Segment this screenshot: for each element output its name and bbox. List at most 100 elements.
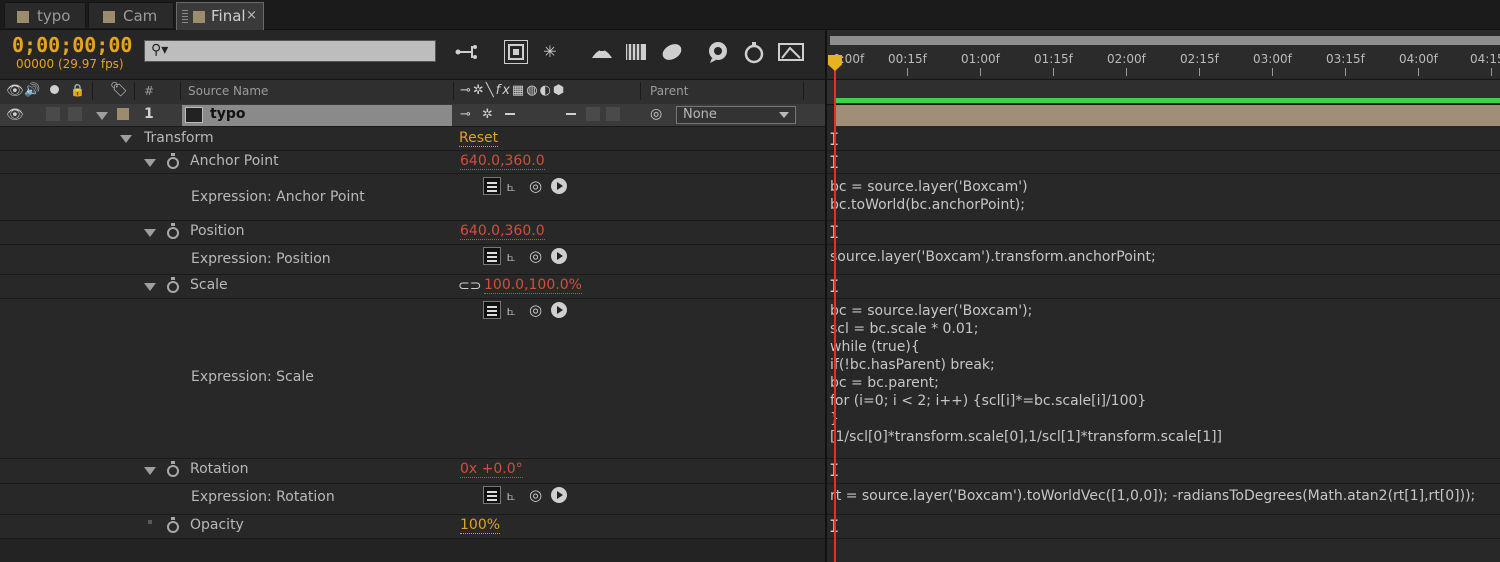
expression-code-position[interactable]: source.layer('Boxcam').transform.anchorP…	[830, 248, 1156, 266]
scale-label: Scale	[190, 277, 228, 293]
opacity-value[interactable]: 100%	[460, 518, 501, 534]
expression-language-menu-icon[interactable]	[551, 302, 567, 318]
lock-checkbox[interactable]	[68, 107, 82, 121]
stopwatch-icon[interactable]	[167, 223, 179, 239]
parent-dropdown[interactable]: None	[676, 106, 796, 124]
parent-header[interactable]: Parent	[650, 84, 688, 98]
stopwatch-icon[interactable]	[742, 40, 766, 64]
expression-enable-icon[interactable]	[483, 247, 501, 265]
expression-scale-label: Expression: Scale	[191, 369, 314, 385]
tab-label: Cam	[123, 7, 158, 25]
expression-code-anchor[interactable]: bc = source.layer('Boxcam') bc.toWorld(bc…	[830, 178, 1028, 214]
auto-keyframe-icon[interactable]	[706, 40, 730, 64]
3d-layer-checkbox[interactable]	[606, 107, 620, 121]
current-time-indicator[interactable]	[834, 62, 836, 562]
audio-icon[interactable]: 🔊	[24, 83, 40, 98]
scale-row[interactable]	[0, 275, 825, 299]
visibility-eye-icon[interactable]: 👁	[6, 107, 24, 123]
av-features-icons[interactable]: 👁	[6, 83, 24, 99]
current-time-display[interactable]: 0;00;00;00	[12, 33, 132, 57]
stopwatch-icon[interactable]	[167, 517, 179, 533]
expression-enable-icon[interactable]	[483, 486, 501, 504]
position-row[interactable]	[0, 221, 825, 245]
pickwhip-icon[interactable]: ◎	[529, 177, 542, 195]
anchor-point-row[interactable]	[0, 151, 825, 174]
motion-blur-checkbox[interactable]	[586, 107, 600, 121]
time-tick-label: 02:00f	[1107, 52, 1146, 66]
adjustment-icon: ◐	[539, 83, 553, 98]
graph-icon[interactable]: ⦜	[507, 177, 516, 195]
layer-duration-bar[interactable]	[834, 105, 1500, 126]
collapse-switch-icon[interactable]: ✲	[482, 107, 493, 122]
graph-editor-icon[interactable]	[778, 40, 804, 64]
graph-icon[interactable]: ⦜	[507, 301, 516, 319]
expand-anchor-icon[interactable]	[144, 159, 156, 167]
anchor-point-value[interactable]: 640.0,360.0	[460, 154, 545, 170]
expression-anchor-row	[0, 174, 825, 221]
expression-language-menu-icon[interactable]	[551, 248, 567, 264]
pickwhip-icon[interactable]: ◎	[529, 301, 542, 319]
pickwhip-icon[interactable]: ◎	[529, 486, 542, 504]
expand-rotation-icon[interactable]	[144, 467, 156, 475]
switches-header[interactable]: ⊸✲╲fx▦◍◐⬢	[460, 83, 566, 98]
reset-button[interactable]: Reset	[459, 131, 499, 147]
tab-final[interactable]: Final ×	[176, 2, 264, 30]
work-area-bar[interactable]	[830, 36, 1500, 45]
code-line: while (true){	[830, 339, 920, 355]
expand-position-icon[interactable]	[144, 229, 156, 237]
brainstorm-icon[interactable]	[660, 40, 684, 64]
time-tick-label: 01:00f	[961, 52, 1000, 66]
frame-blend-icon: ▦	[511, 83, 527, 98]
close-icon[interactable]: ×	[246, 3, 257, 29]
expression-language-menu-icon[interactable]	[551, 178, 567, 194]
shy-icon: ⊸	[460, 83, 473, 98]
expression-enable-icon[interactable]	[483, 177, 501, 195]
code-line: bc = source.layer('Boxcam')	[830, 179, 1028, 195]
label-tag-icon[interactable]: 🏷	[110, 82, 128, 98]
frame-blending-icon[interactable]	[590, 40, 614, 64]
graph-icon[interactable]: ⦜	[507, 247, 516, 265]
graph-icon[interactable]: ⦜	[507, 486, 516, 504]
expression-code-rotation[interactable]: rt = source.layer('Boxcam').toWorldVec([…	[830, 487, 1475, 505]
draft-3d-icon[interactable]	[504, 40, 528, 64]
expression-code-scale[interactable]: bc = source.layer('Boxcam'); scl = bc.sca…	[830, 302, 1222, 446]
quality-icon: ╲	[485, 83, 496, 98]
expression-enable-icon[interactable]	[483, 301, 501, 319]
layer-label-color[interactable]	[117, 108, 129, 120]
rotation-row[interactable]	[0, 459, 825, 484]
chevron-down-icon	[779, 112, 789, 118]
tab-cam[interactable]: Cam	[88, 2, 174, 28]
layer-name-field[interactable]: typo	[182, 105, 452, 126]
search-input[interactable]: ⚲▾	[144, 40, 436, 62]
stopwatch-icon[interactable]	[167, 277, 179, 293]
solo-checkbox[interactable]	[46, 107, 60, 121]
motion-blur-icon[interactable]	[624, 40, 648, 64]
composition-mini-flowchart-icon[interactable]	[454, 40, 478, 64]
timeline-opacity-row	[827, 515, 1500, 539]
layer-number-header[interactable]: #	[144, 84, 154, 98]
expand-transform-icon[interactable]	[120, 135, 132, 143]
pickwhip-icon[interactable]: ◎	[529, 247, 542, 265]
tab-typo[interactable]: typo	[4, 2, 86, 28]
expression-language-menu-icon[interactable]	[551, 487, 567, 503]
opacity-row[interactable]	[0, 515, 825, 539]
expression-position-row	[0, 245, 825, 275]
scale-value[interactable]: 100.0,100.0%	[484, 278, 582, 294]
panel-divider[interactable]	[825, 30, 827, 562]
rotation-value[interactable]: 0x +0.0°	[460, 462, 523, 478]
solo-icon[interactable]	[50, 85, 59, 94]
stopwatch-icon[interactable]	[167, 461, 179, 477]
quality-switch-icon[interactable]	[505, 113, 515, 115]
constrain-proportions-link-icon[interactable]: ⊂⊃	[458, 278, 481, 294]
tab-label: typo	[37, 7, 71, 25]
stopwatch-icon[interactable]	[167, 153, 179, 169]
source-name-header[interactable]: Source Name	[188, 84, 268, 98]
adjustment-switch-icon[interactable]	[566, 113, 576, 115]
expand-scale-icon[interactable]	[144, 283, 156, 291]
shy-switch-icon[interactable]: ⊸	[460, 107, 471, 122]
pickwhip-icon[interactable]: ◎	[650, 106, 662, 122]
lock-icon[interactable]: 🔒	[70, 83, 85, 97]
expand-layer-icon[interactable]	[96, 112, 108, 120]
position-value[interactable]: 640.0,360.0	[460, 224, 545, 240]
hide-shy-layers-icon[interactable]: ✳	[538, 40, 562, 64]
